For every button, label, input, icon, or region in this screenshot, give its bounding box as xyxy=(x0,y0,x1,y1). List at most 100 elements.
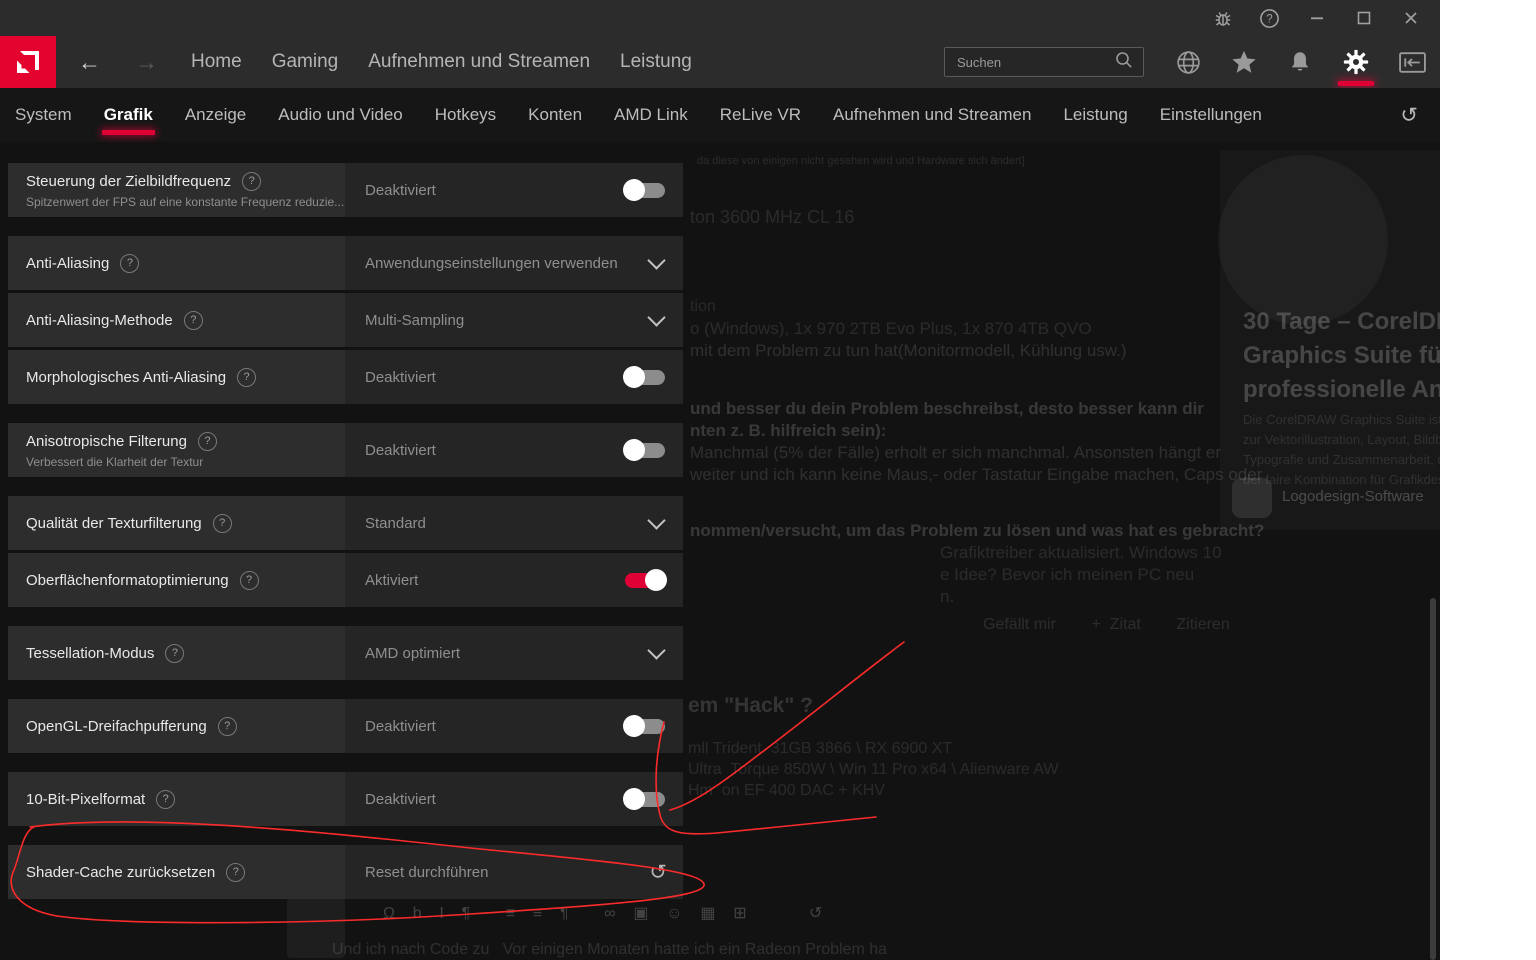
ghost-text-line: o (Windows), 1x 970 2TB Evo Plus, 1x 870… xyxy=(690,319,1092,338)
toggle-off[interactable] xyxy=(623,438,665,461)
setting-value-cell: Deaktiviert xyxy=(345,772,683,826)
help-icon[interactable]: ? xyxy=(217,716,237,736)
setting-label-cell: Anti-Aliasing? xyxy=(8,236,345,290)
chevron-down-icon[interactable] xyxy=(647,251,666,270)
scrollbar-thumb[interactable] xyxy=(1430,598,1436,960)
settings-tabbar: System Grafik Anzeige Audio und Video Hotkey… xyxy=(0,88,1440,142)
toggle-knob xyxy=(623,714,645,737)
bell-icon[interactable] xyxy=(1272,36,1328,88)
nav-item-aufnehmen-und-streamen[interactable]: Aufnehmen und Streamen xyxy=(368,51,590,73)
star-icon[interactable] xyxy=(1216,36,1272,88)
setting-value: Deaktiviert xyxy=(365,368,436,386)
help-icon[interactable]: ? xyxy=(197,431,217,451)
bug-icon[interactable] xyxy=(1199,0,1246,36)
restore-defaults-icon[interactable]: ↺ xyxy=(1400,105,1418,126)
ghost-text-line: n. xyxy=(940,587,955,606)
tab-einstellungen[interactable]: Einstellungen xyxy=(1160,88,1262,142)
nav-item-home[interactable]: Home xyxy=(191,51,242,73)
setting-value: Deaktiviert xyxy=(365,441,436,459)
chevron-down-icon[interactable] xyxy=(647,641,666,660)
settings-row-shader-cache-zur-cksetzen: Shader-Cache zurücksetzen? Reset durchfüh… xyxy=(8,845,683,899)
ghost-ad-headline: Graphics Suite für xyxy=(1243,342,1440,369)
setting-label-cell: Anti-Aliasing-Methode? xyxy=(8,293,345,347)
tab-grafik[interactable]: Grafik xyxy=(101,88,155,142)
nav-item-gaming[interactable]: Gaming xyxy=(272,51,339,73)
ghost-ad-headline: 30 Tage – CorelDRAW xyxy=(1243,308,1440,335)
help-icon[interactable]: ? xyxy=(226,862,246,882)
setting-label: Qualität der Texturfilterung xyxy=(26,514,202,532)
settings-row-opengl-dreifachpufferung: OpenGL-Dreifachpufferung? Deaktiviert xyxy=(8,699,683,753)
forward-button[interactable]: → xyxy=(135,49,158,76)
chevron-down-icon[interactable] xyxy=(647,511,666,530)
ghost-ad-body-line: der faire Kombination für Grafikdesi xyxy=(1243,472,1440,487)
tab-audio-und-video[interactable]: Audio und Video xyxy=(278,88,402,142)
ghost-ad-panel xyxy=(1220,150,1440,530)
toggle-off[interactable] xyxy=(623,365,665,388)
reset-icon[interactable]: ↺ xyxy=(649,862,667,883)
setting-value: Standard xyxy=(365,514,426,532)
help-icon[interactable]: ? xyxy=(242,171,262,191)
annotation-hook-line xyxy=(655,721,877,835)
ghost-text-line: e Idee? Bevor ich meinen PC neu xyxy=(940,565,1195,584)
tab-amd-link[interactable]: AMD Link xyxy=(614,88,688,142)
help-icon[interactable]: ? xyxy=(237,367,257,387)
help-icon[interactable]: ? xyxy=(165,643,185,663)
tab-hotkeys[interactable]: Hotkeys xyxy=(435,88,496,142)
settings-row-10-bit-pixelformat: 10-Bit-Pixelformat? Deaktiviert xyxy=(8,772,683,826)
amd-logo[interactable] xyxy=(0,36,56,88)
setting-label-cell: Steuerung der Zielbildfrequenz? Spitzenwe… xyxy=(8,163,345,217)
setting-label-cell: Morphologisches Anti-Aliasing? xyxy=(8,350,345,404)
setting-value-cell: Aktiviert xyxy=(345,553,683,607)
ghost-ad-body-line: Typografie und Zusammenarbeit, des xyxy=(1243,452,1440,467)
setting-label: Tessellation-Modus xyxy=(26,644,155,662)
ghost-ad-body-line: Die CorelDRAW Graphics Suite ist d xyxy=(1243,412,1440,427)
help-icon[interactable]: ? xyxy=(183,310,203,330)
toggle-off[interactable] xyxy=(623,714,665,737)
search-input[interactable] xyxy=(955,53,1115,71)
ghost-text-line: und besser du dein Problem beschreibst, … xyxy=(690,399,1204,418)
tab-leistung[interactable]: Leistung xyxy=(1063,88,1127,142)
main-nav: Home Gaming Aufnehmen und Streamen Leistung xyxy=(191,51,692,73)
gear-icon[interactable] xyxy=(1328,36,1384,88)
panel-icon[interactable] xyxy=(1384,36,1440,88)
toggle-knob xyxy=(623,178,645,201)
ghost-text-line: nommen/versucht, um das Problem zu lösen… xyxy=(690,521,1265,540)
tab-relive-vr[interactable]: ReLive VR xyxy=(720,88,801,142)
minimize-icon[interactable] xyxy=(1293,0,1340,36)
help-icon[interactable]: ? xyxy=(212,513,232,533)
chevron-down-icon[interactable] xyxy=(647,308,666,327)
setting-value: Deaktiviert xyxy=(365,181,436,199)
help-icon[interactable]: ? xyxy=(156,789,176,809)
setting-label-cell: Qualität der Texturfilterung? xyxy=(8,496,345,550)
help-icon[interactable]: ? xyxy=(1246,0,1293,36)
maximize-icon[interactable] xyxy=(1340,0,1387,36)
globe-icon[interactable] xyxy=(1160,36,1216,88)
ghost-text-line: weiter und ich kann keine Maus,- oder Ta… xyxy=(690,465,1263,484)
setting-value-cell: Multi-Sampling xyxy=(345,293,683,347)
search-icon xyxy=(1115,51,1133,74)
toggle-on[interactable] xyxy=(625,568,667,591)
ghost-text-line: Ω b I ¶ ≡ ≡ ¶ ∞ ▣ ☺ ▦ ⊞ ↺ xyxy=(383,905,823,922)
close-icon[interactable] xyxy=(1387,0,1434,36)
nav-item-leistung[interactable]: Leistung xyxy=(620,51,692,73)
help-icon[interactable]: ? xyxy=(120,253,140,273)
setting-value-cell: AMD optimiert xyxy=(345,626,683,680)
toggle-off[interactable] xyxy=(623,178,665,201)
setting-label: Oberflächenformatoptimierung xyxy=(26,571,229,589)
tab-system[interactable]: System xyxy=(15,88,72,142)
back-button[interactable]: ← xyxy=(78,49,101,76)
help-icon[interactable]: ? xyxy=(239,570,259,590)
tab-anzeige[interactable]: Anzeige xyxy=(185,88,246,142)
toggle-off[interactable] xyxy=(623,787,665,810)
tab-konten[interactable]: Konten xyxy=(528,88,582,142)
setting-label-cell: OpenGL-Dreifachpufferung? xyxy=(8,699,345,753)
tab-aufnehmen-und-streamen[interactable]: Aufnehmen und Streamen xyxy=(833,88,1031,142)
nav-arrows: ← → xyxy=(78,49,158,76)
setting-label: Anti-Aliasing xyxy=(26,254,110,272)
setting-label: Anti-Aliasing-Methode xyxy=(26,311,173,329)
setting-subtitle: Verbessert die Klarheit der Textur xyxy=(26,454,204,469)
setting-label: Steuerung der Zielbildfrequenz xyxy=(26,172,232,190)
setting-value-cell: Deaktiviert xyxy=(345,350,683,404)
search-box[interactable] xyxy=(944,47,1144,77)
settings-row-tessellation-modus: Tessellation-Modus? AMD optimiert xyxy=(8,626,683,680)
